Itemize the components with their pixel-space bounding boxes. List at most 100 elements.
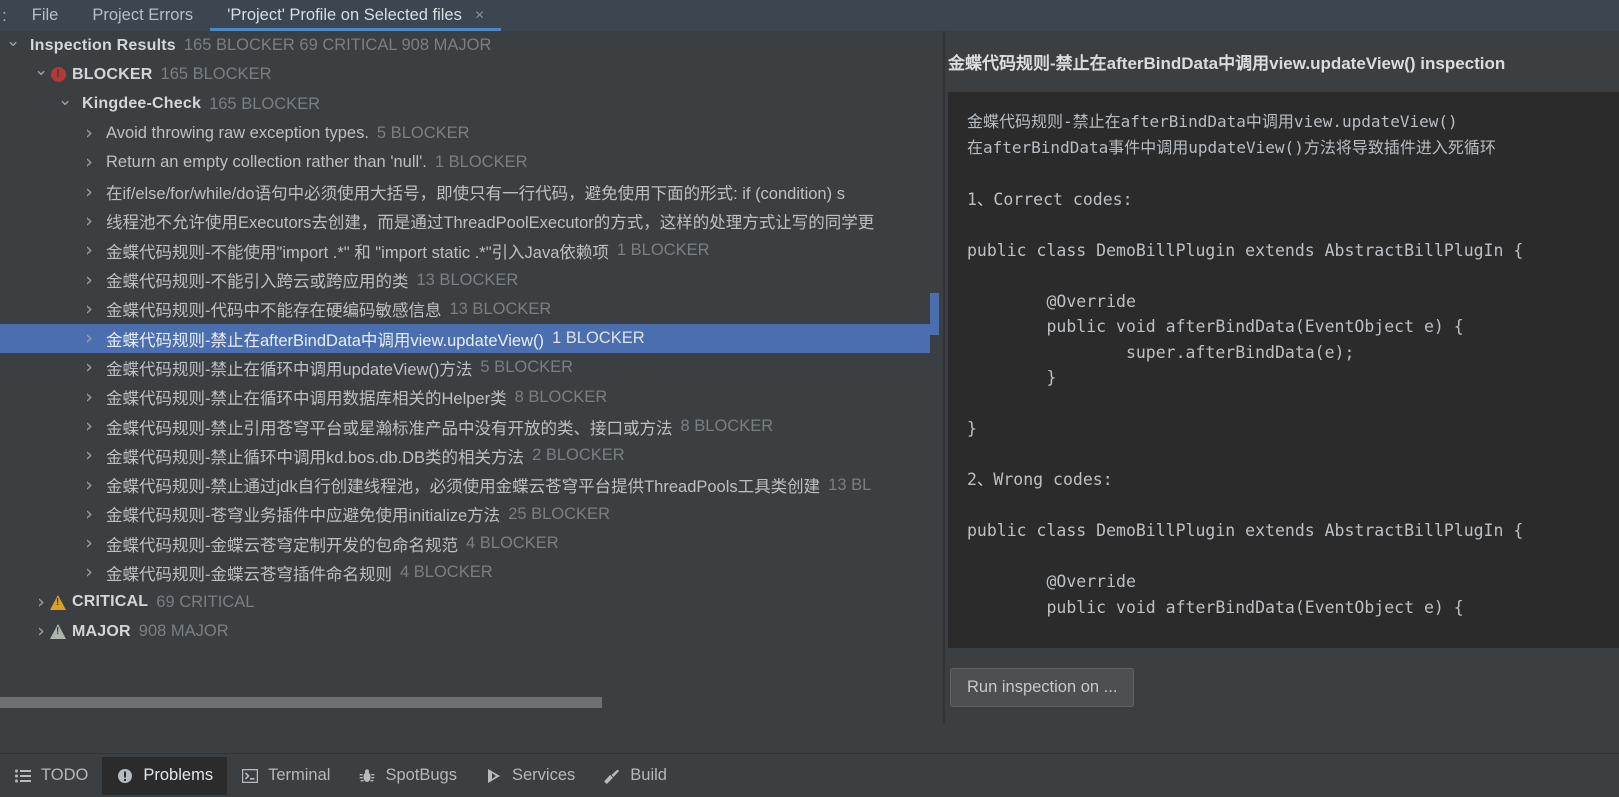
top-tab-label: File (32, 6, 59, 25)
tree-row-label: 金蝶代码规则-金蝶云苍穹插件命名规则 (106, 561, 392, 585)
chevron-right-icon[interactable] (82, 241, 96, 260)
tree-row-no-db-class-in-loop[interactable]: 金蝶代码规则-禁止循环中调用kd.bos.db.DB类的相关方法2 BLOCKE… (0, 441, 930, 470)
status-tab-services[interactable]: Services (471, 757, 589, 795)
chevron-down-icon[interactable] (6, 37, 20, 54)
tree-row-no-cross-cloud-import[interactable]: 金蝶代码规则-不能引入跨云或跨应用的类13 BLOCKER (0, 265, 930, 294)
tree-row-count: 4 BLOCKER (400, 563, 493, 582)
tree-row-plugin-naming[interactable]: 金蝶代码规则-金蝶云苍穹插件命名规则 4 BLOCKER (0, 558, 930, 587)
code-blank-line (967, 544, 1619, 570)
chevron-right-icon[interactable] (34, 593, 48, 612)
detail-code-line: } (967, 416, 1619, 442)
chevron-right-icon[interactable] (82, 417, 96, 436)
tree-row-count: 13 BL (828, 476, 871, 495)
tree-row-braces-required[interactable]: 在if/else/for/while/do语句中必须使用大括号，即使只有一行代码… (0, 177, 930, 206)
tree-row-inspection-results[interactable]: Inspection Results165 BLOCKER 69 CRITICA… (0, 31, 930, 60)
vertical-scrollbar-thumb[interactable] (930, 293, 939, 335)
detail-code-line: } (967, 365, 1619, 391)
status-tab-problems[interactable]: Problems (102, 757, 227, 795)
detail-code-line: public class DemoBillPlugin extends Abst… (967, 238, 1619, 264)
tree-row-label: 金蝶代码规则-禁止在afterBindData中调用view.updateVie… (106, 327, 544, 351)
code-blank-line (967, 161, 1619, 187)
detail-description-line: 金蝶代码规则-禁止在afterBindData中调用view.updateVie… (967, 109, 1619, 135)
tree-row-avoid-raw-exception[interactable]: Avoid throwing raw exception types.5 BLO… (0, 119, 930, 148)
detail-code-line: 2、Wrong codes: (967, 467, 1619, 493)
tree-row-label: 金蝶代码规则-禁止在循环中调用updateView()方法 (106, 356, 472, 380)
warning-triangle-icon (48, 624, 68, 639)
horizontal-scrollbar-thumb[interactable] (0, 697, 602, 708)
chevron-down-icon[interactable] (34, 66, 48, 83)
inspection-detail-panel: 金蝶代码规则-禁止在afterBindData中调用view.updateVie… (946, 31, 1619, 723)
chevron-right-icon[interactable] (82, 271, 96, 290)
chevron-down-icon[interactable] (58, 96, 72, 113)
chevron-right-icon[interactable] (82, 183, 96, 202)
status-tab-todo[interactable]: TODO (0, 757, 102, 795)
tree-row-no-updateview-in-loop[interactable]: 金蝶代码规则-禁止在循环中调用updateView()方法5 BLOCKER (0, 353, 930, 382)
detail-code-line: @Override (967, 289, 1619, 315)
tree-row-threadpool-executors[interactable]: 线程池不允许使用Executors去创建，而是通过ThreadPoolExecu… (0, 207, 930, 236)
chevron-right-icon[interactable] (82, 505, 96, 524)
chevron-right-icon[interactable] (82, 534, 96, 553)
status-tab-label: SpotBugs (385, 766, 457, 785)
tree-row-count: 1 BLOCKER (435, 153, 528, 172)
tree-row-count: 25 BLOCKER (508, 505, 610, 524)
bottom-tool-window-bar: TODO Problems Terminal SpotBugs Services Buil… (0, 753, 1619, 797)
tree-row-label: 金蝶代码规则-不能使用"import .*" 和 "import static … (106, 239, 609, 263)
chevron-right-icon[interactable] (82, 563, 96, 582)
tree-row-no-updateview-in-afterbinddata[interactable]: 金蝶代码规则-禁止在afterBindData中调用view.updateVie… (0, 324, 930, 353)
status-tab-label: Build (630, 766, 667, 785)
close-icon[interactable]: × (475, 8, 484, 24)
run-inspection-button[interactable]: Run inspection on ... (950, 668, 1134, 707)
tree-row-avoid-initialize[interactable]: 金蝶代码规则-苍穹业务插件中应避免使用initialize方法25 BLOCKE… (0, 500, 930, 529)
top-tab-file[interactable]: File (15, 0, 76, 31)
tree-row-label: 在if/else/for/while/do语句中必须使用大括号，即使只有一行代码… (106, 180, 845, 204)
tree-row-no-wildcard-import[interactable]: 金蝶代码规则-不能使用"import .*" 和 "import static … (0, 236, 930, 265)
play-icon (485, 767, 503, 785)
chevron-right-icon[interactable] (82, 446, 96, 465)
chevron-right-icon[interactable] (82, 476, 96, 495)
inspection-tree-panel[interactable]: Inspection Results165 BLOCKER 69 CRITICA… (0, 31, 930, 723)
tree-row-blocker[interactable]: !BLOCKER165 BLOCKER (0, 60, 930, 89)
chevron-right-icon[interactable] (82, 124, 96, 143)
chevron-right-icon[interactable] (82, 300, 96, 319)
status-tab-build[interactable]: Build (589, 757, 681, 795)
status-tab-terminal[interactable]: Terminal (227, 757, 344, 795)
top-tab-project-errors[interactable]: Project Errors (75, 0, 210, 31)
panel-divider[interactable] (943, 31, 945, 723)
tree-horizontal-scrollbar-track[interactable] (0, 697, 930, 708)
chevron-right-icon[interactable] (82, 358, 96, 377)
tree-row-no-db-helper-in-loop[interactable]: 金蝶代码规则-禁止在循环中调用数据库相关的Helper类8 BLOCKER (0, 383, 930, 412)
code-blank-line (967, 391, 1619, 417)
tree-row-no-unpublished-api[interactable]: 金蝶代码规则-禁止引用苍穹平台或星瀚标准产品中没有开放的类、接口或方法8 BLO… (0, 412, 930, 441)
chevron-right-icon[interactable] (82, 153, 96, 172)
tree-row-major[interactable]: MAJOR908 MAJOR (0, 617, 930, 646)
tree-row-label: Kingdee-Check (82, 95, 201, 113)
chevron-right-icon[interactable] (82, 212, 96, 231)
detail-code-line: public void afterBindData(EventObject e)… (967, 595, 1619, 621)
chevron-right-icon[interactable] (82, 329, 96, 348)
detail-code-line: public void afterBindData(EventObject e)… (967, 314, 1619, 340)
chevron-right-icon[interactable] (82, 388, 96, 407)
tree-row-return-empty-collection[interactable]: Return an empty collection rather than '… (0, 148, 930, 177)
tree-row-count: 69 CRITICAL (156, 593, 254, 612)
vertical-scrollbar-track[interactable] (930, 31, 939, 723)
warning-triangle-icon (48, 595, 68, 610)
error-icon (116, 767, 134, 785)
tree-row-count: 4 BLOCKER (466, 534, 559, 553)
status-tab-label: Problems (143, 766, 213, 785)
tree-row-kingdee-check[interactable]: Kingdee-Check165 BLOCKER (0, 90, 930, 119)
top-tab-label: Project Errors (92, 6, 193, 25)
tree-row-no-hardcoded-secrets[interactable]: 金蝶代码规则-代码中不能存在硬编码敏感信息13 BLOCKER (0, 295, 930, 324)
tree-row-label: 金蝶代码规则-金蝶云苍穹定制开发的包命名规范 (106, 532, 458, 556)
status-tab-spotbugs[interactable]: SpotBugs (344, 757, 471, 795)
tree-row-no-jdk-threadpool[interactable]: 金蝶代码规则-禁止通过jdk自行创建线程池，必须使用金蝶云苍穹平台提供Threa… (0, 470, 930, 499)
cutoff-menu-fragment: : (2, 6, 7, 26)
tree-row-critical[interactable]: CRITICAL 69 CRITICAL (0, 588, 930, 617)
top-tab-project-profile-on-selected-files[interactable]: 'Project' Profile on Selected files× (210, 0, 501, 31)
code-blank-line (967, 212, 1619, 238)
tree-row-package-naming[interactable]: 金蝶代码规则-金蝶云苍穹定制开发的包命名规范 4 BLOCKER (0, 529, 930, 558)
hammer-icon (603, 767, 621, 785)
chevron-right-icon[interactable] (34, 622, 48, 641)
tree-vertical-scrollbar-area[interactable] (930, 31, 946, 723)
tree-row-count: 13 BLOCKER (450, 300, 552, 319)
tree-row-label: CRITICAL (72, 593, 148, 611)
